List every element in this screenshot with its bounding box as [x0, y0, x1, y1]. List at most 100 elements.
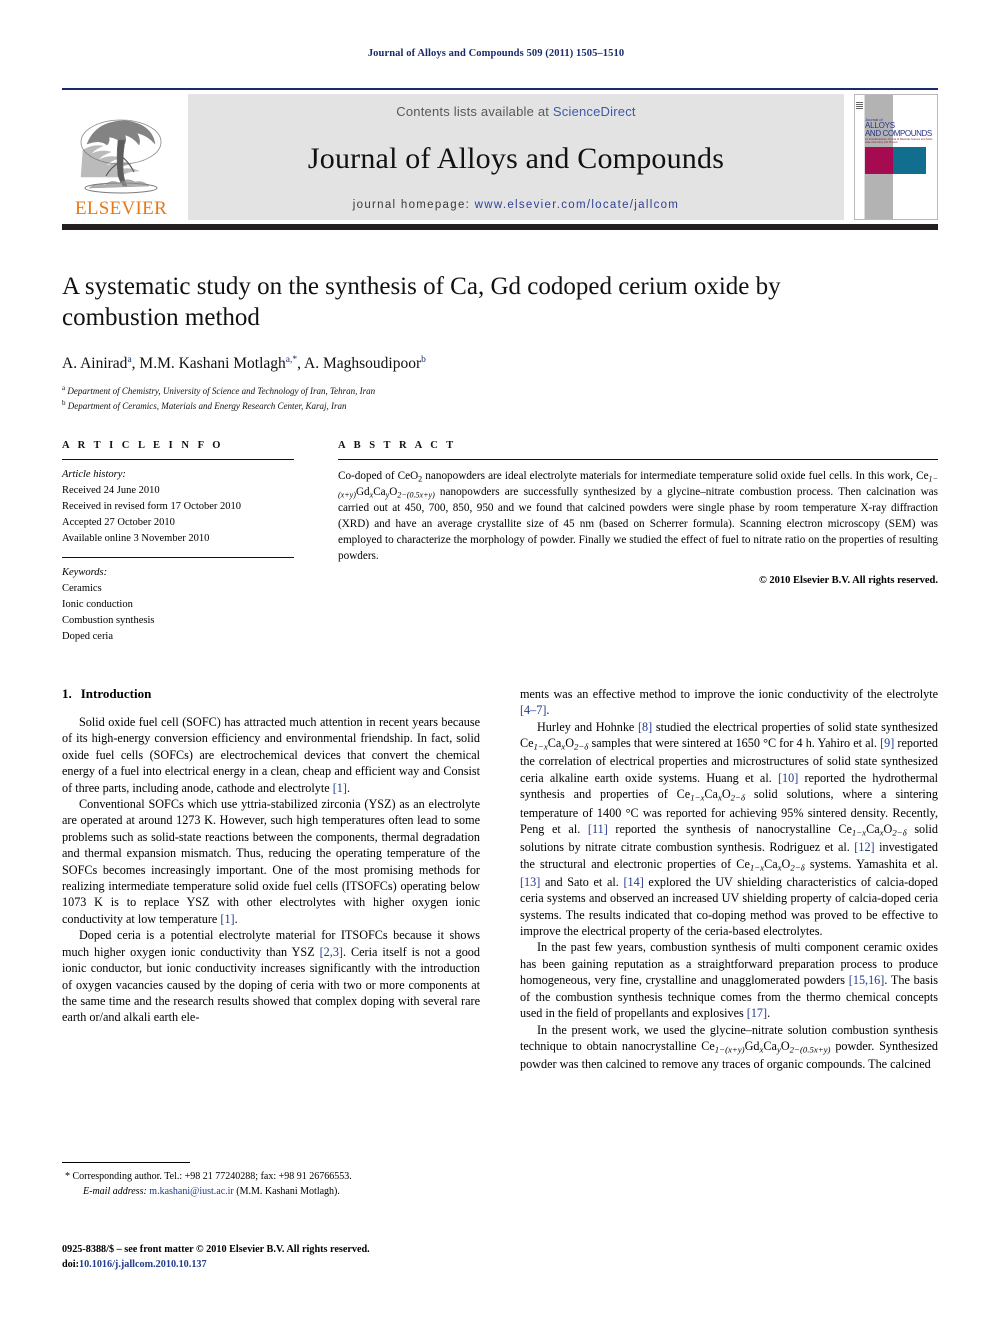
abstract-text: Co-doped of CeO2 nanopowders are ideal e… [338, 460, 938, 564]
article-info-column: A R T I C L E I N F O Article history: R… [62, 440, 294, 645]
cover-title: Journal of ALLOYS AND COMPOUNDS An Inter… [865, 117, 937, 145]
formula-sub-2: 2−(0.5x+y) [397, 490, 435, 500]
affiliation-text: Department of Ceramics, Materials and En… [67, 401, 347, 412]
journal-cover-thumbnail: Journal of ALLOYS AND COMPOUNDS An Inter… [854, 94, 938, 220]
email-label: E-mail address: [83, 1185, 147, 1197]
keyword-item: Ceramics [62, 582, 102, 594]
abstract-column: A B S T R A C T Co-doped of CeO2 nanopow… [338, 440, 938, 645]
cover-subtitle: An Interdisciplinary Journal of Material… [865, 138, 933, 145]
homepage-url-link[interactable]: www.elsevier.com/locate/jallcom [475, 199, 680, 211]
abstract-heading: A B S T R A C T [338, 440, 457, 451]
body-column-gap [480, 686, 520, 1073]
keyword-item: Doped ceria [62, 630, 114, 642]
body-left-column: 1. Introduction Solid oxide fuel cell (SO… [62, 686, 480, 1073]
section-heading-introduction: 1. Introduction [62, 686, 480, 702]
doi-link[interactable]: 10.1016/j.jallcom.2010.10.137 [79, 1259, 207, 1270]
elsevier-tree-icon [80, 119, 162, 194]
paragraph: In the present work, we used the glycine… [520, 1022, 938, 1072]
masthead-bottom-bar [62, 224, 938, 230]
paragraph: Conventional SOFCs which use yttria-stab… [62, 797, 480, 926]
homepage-prefix: journal homepage: [352, 199, 475, 211]
article-history-label: Article history: [62, 469, 126, 480]
masthead-center: Contents lists available at ScienceDirec… [188, 94, 844, 220]
abstract-part1: Co-doped of CeO [338, 470, 419, 482]
citation-link[interactable]: [11] [588, 822, 608, 836]
contents-prefix: Contents lists available at [396, 104, 553, 119]
keywords-block: Keywords: Ceramics Ionic conduction Comb… [62, 558, 294, 645]
history-item: Available online 3 November 2010 [62, 532, 210, 544]
cover-teal-block [893, 147, 926, 174]
doi-label: doi: [62, 1259, 79, 1271]
affiliation-item: b Department of Ceramics, Materials and … [62, 398, 882, 413]
keyword-item: Ionic conduction [62, 598, 133, 610]
citation-link[interactable]: [4–7] [520, 703, 546, 717]
citation-link[interactable]: [12] [854, 840, 874, 854]
affiliation-list: a Department of Chemistry, University of… [62, 383, 882, 413]
citation-link[interactable]: [10] [778, 771, 798, 785]
affiliation-mark: a [62, 384, 66, 393]
citation-link[interactable]: [1] [220, 912, 234, 926]
keywords-label: Keywords: [62, 566, 108, 578]
email-owner: (M.M. Kashani Motlagh). [236, 1185, 340, 1197]
abstract-part2: nanopowders are ideal electrolyte materi… [422, 470, 929, 482]
author-name: M.M. Kashani Motlagh [139, 355, 286, 373]
author-affil-mark: b [421, 355, 426, 365]
article-info-heading: A R T I C L E I N F O [62, 440, 224, 451]
author-affil-mark: a [127, 355, 132, 365]
author-affil-mark[interactable]: a,* [286, 355, 297, 365]
citation-link[interactable]: [2,3] [320, 945, 343, 959]
paragraph: In the past few years, combustion synthe… [520, 940, 938, 1021]
cover-left-strip [855, 95, 865, 219]
abstract-copyright: © 2010 Elsevier B.V. All rights reserved… [758, 575, 938, 587]
journal-title: Journal of Alloys and Compounds [307, 142, 725, 175]
paragraph: Solid oxide fuel cell (SOFC) has attract… [62, 715, 480, 795]
history-item: Accepted 27 October 2010 [62, 516, 175, 528]
sciencedirect-link[interactable]: ScienceDirect [553, 104, 636, 119]
page-title: A systematic study on the synthesis of C… [62, 273, 781, 331]
cover-magenta-block [865, 147, 893, 174]
citation-link[interactable]: [1] [333, 781, 347, 795]
elsevier-wordmark: ELSEVIER [74, 198, 168, 219]
citation-link[interactable]: [17] [747, 1006, 767, 1020]
formula-gd: Gd [355, 485, 370, 498]
body-two-columns: 1. Introduction Solid oxide fuel cell (SO… [62, 686, 938, 1073]
article-title-block: A systematic study on the synthesis of C… [62, 272, 882, 413]
affiliation-mark: b [62, 399, 66, 408]
column-gap [294, 440, 338, 645]
imprint-doi: doi:10.1016/j.jallcom.2010.10.137 [62, 1257, 582, 1272]
journal-article-page: Journal of Alloys and Compounds 509 (201… [0, 0, 992, 1323]
body-right-column: ments was an effective method to improve… [520, 686, 938, 1073]
paragraph: ments was an effective method to improve… [520, 687, 938, 718]
email-note: E-mail address: m.kashani@iust.ac.ir (M.… [62, 1185, 480, 1200]
email-link[interactable]: m.kashani@iust.ac.ir [149, 1186, 233, 1197]
citation-link[interactable]: [14] [623, 875, 643, 889]
article-history-block: Article history: Received 24 June 2010 R… [62, 460, 294, 547]
imprint-block: 0925-8388/$ – see front matter © 2010 El… [62, 1242, 582, 1273]
footnote-rule [62, 1162, 190, 1163]
citation-link[interactable]: [9] [880, 736, 894, 750]
journal-homepage-line: journal homepage: www.elsevier.com/locat… [353, 199, 679, 211]
keyword-item: Combustion synthesis [62, 614, 155, 626]
paragraph: Hurley and Hohnke [8] studied the electr… [520, 719, 939, 939]
corresponding-author-note: * Corresponding author. Tel.: +98 21 772… [65, 1171, 352, 1182]
info-abstract-row: A R T I C L E I N F O Article history: R… [62, 440, 938, 645]
author-list: A. Ainirada, M.M. Kashani Motlagha,*, A.… [62, 355, 426, 373]
section-title-text: Introduction [80, 686, 152, 701]
formula-ca: Ca [373, 485, 386, 498]
author-name: A. Ainirad [62, 355, 128, 373]
citation-link[interactable]: [8] [638, 720, 652, 734]
history-item: Received in revised form 17 October 2010 [62, 500, 242, 512]
citation-link[interactable]: [13] [520, 875, 540, 889]
affiliation-text: Department of Chemistry, University of S… [67, 386, 376, 397]
citation-link[interactable]: [15,16] [849, 973, 885, 987]
cover-barcode-icon [856, 101, 863, 109]
section-number: 1. [62, 686, 72, 701]
journal-masthead: ELSEVIER Contents lists available at Sci… [62, 88, 938, 220]
author-name: A. Maghsoudipoor [304, 355, 422, 373]
contents-available-line: Contents lists available at ScienceDirec… [396, 104, 635, 119]
affiliation-item: a Department of Chemistry, University of… [62, 383, 882, 398]
history-item: Received 24 June 2010 [62, 484, 160, 496]
footnote-block: * Corresponding author. Tel.: +98 21 772… [62, 1162, 480, 1199]
running-head: Journal of Alloys and Compounds 509 (201… [367, 48, 625, 59]
paragraph: Doped ceria is a potential electrolyte m… [62, 928, 480, 1025]
